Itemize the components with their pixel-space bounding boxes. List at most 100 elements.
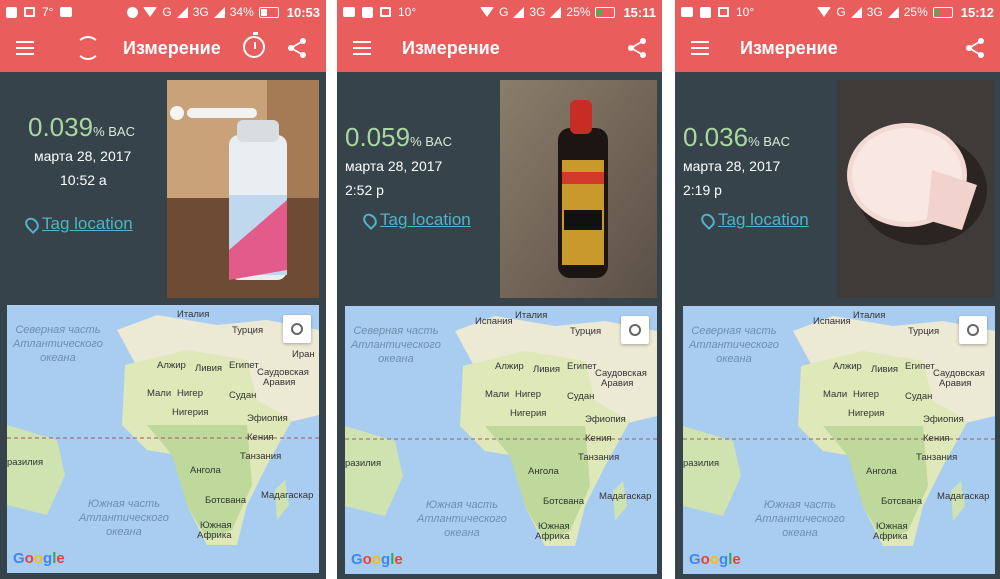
country-angola: Ангола bbox=[866, 466, 897, 477]
battery-icon bbox=[258, 6, 279, 18]
menu-icon[interactable] bbox=[691, 41, 709, 55]
country-nigeria: Нигерия bbox=[172, 407, 209, 418]
reading-time: 10:52 a bbox=[60, 172, 107, 188]
reading-photo[interactable] bbox=[837, 80, 994, 298]
country-niger: Нигер bbox=[853, 389, 879, 400]
my-location-button[interactable] bbox=[621, 316, 649, 344]
google-logo: Google bbox=[351, 551, 403, 568]
menu-icon[interactable] bbox=[353, 41, 371, 55]
clock: 15:12 bbox=[960, 4, 994, 20]
timer-icon[interactable] bbox=[243, 32, 265, 58]
status-bar: 10° G 3G 25% 15:11 bbox=[337, 0, 662, 24]
reading-photo[interactable] bbox=[167, 80, 319, 298]
country-south-africa-2: Африка bbox=[197, 530, 232, 541]
country-turkey: Турция bbox=[232, 325, 264, 336]
country-ethiopia: Эфиопия bbox=[247, 413, 288, 424]
image-icon bbox=[718, 7, 729, 17]
country-spain: Испания bbox=[475, 316, 513, 327]
country-tanzania: Танзания bbox=[240, 451, 282, 462]
country-iran: Иран bbox=[292, 349, 315, 360]
country-botswana: Ботсвана bbox=[205, 495, 247, 506]
screen-3: 10° G 3G 25% 15:12 Измерение 0.036% BAC bbox=[675, 0, 1000, 579]
page-title: Измерение bbox=[740, 38, 838, 58]
reading-photo[interactable] bbox=[500, 80, 657, 298]
country-italy: Италия bbox=[853, 310, 886, 321]
country-south-africa-2: Африка bbox=[873, 531, 908, 542]
country-madagascar: Мадагаскар bbox=[261, 490, 314, 501]
facebook-icon bbox=[6, 6, 17, 18]
refresh-icon[interactable] bbox=[76, 36, 100, 60]
location-map[interactable]: Северная часть Атлантического океана Южная… bbox=[345, 306, 657, 574]
country-brazil: разилия bbox=[7, 457, 44, 468]
weather-temp: 7° bbox=[42, 5, 54, 19]
north-atlantic-label: Северная часть Атлантического океана bbox=[689, 325, 779, 365]
north-atlantic-label: Северная часть Атлантического океана bbox=[351, 325, 441, 365]
country-libya: Ливия bbox=[871, 364, 899, 375]
tag-location-link[interactable]: Tag location bbox=[360, 210, 471, 230]
location-map[interactable]: Северная часть Атлантического океана Южная… bbox=[7, 305, 319, 573]
menu-icon[interactable] bbox=[16, 41, 34, 55]
south-atlantic-label: Южная часть Атлантического океана bbox=[417, 499, 507, 539]
screen-1: 7° G 3G 34% 10:53 Измерение 0.039% BAC м… bbox=[0, 0, 326, 579]
location-pin-icon bbox=[698, 210, 718, 230]
weather-temp: 10° bbox=[736, 5, 755, 19]
country-angola: Ангола bbox=[190, 465, 221, 476]
app-bar: Измерение bbox=[675, 24, 1000, 72]
tag-location-link[interactable]: Tag location bbox=[22, 214, 133, 234]
country-saudi-2: Аравия bbox=[939, 378, 972, 389]
tag-location-link[interactable]: Tag location bbox=[698, 210, 809, 230]
weather-temp: 10° bbox=[398, 5, 417, 19]
share-icon[interactable] bbox=[626, 37, 648, 59]
bac-reading: 0.036% BAC bbox=[683, 122, 790, 153]
my-location-button[interactable] bbox=[283, 315, 311, 343]
three-screenshots: 7° G 3G 34% 10:53 Измерение 0.039% BAC м… bbox=[0, 0, 1000, 579]
country-madagascar: Мадагаскар bbox=[937, 491, 990, 502]
share-icon[interactable] bbox=[964, 37, 986, 59]
country-niger: Нигер bbox=[515, 389, 541, 400]
bac-value: 0.059 bbox=[345, 122, 411, 152]
south-atlantic-label: Южная часть Атлантического океана bbox=[79, 498, 169, 538]
signal-icon bbox=[513, 6, 525, 18]
wifi-icon bbox=[480, 7, 495, 17]
country-spain: Испания bbox=[813, 316, 851, 327]
crosshair-icon bbox=[291, 323, 303, 335]
message-icon bbox=[681, 7, 693, 17]
bac-unit: % BAC bbox=[410, 134, 452, 149]
country-angola: Ангола bbox=[528, 466, 559, 477]
country-algeria: Алжир bbox=[157, 360, 186, 371]
battery-charging-icon bbox=[932, 6, 953, 18]
message-icon bbox=[343, 7, 355, 17]
country-tanzania: Танзания bbox=[916, 452, 958, 463]
tag-location-label: Tag location bbox=[718, 210, 809, 229]
signal-icon bbox=[850, 6, 862, 18]
location-map[interactable]: Северная часть Атлантического океана Южная… bbox=[683, 306, 995, 574]
country-ethiopia: Эфиопия bbox=[923, 414, 964, 425]
network-type: G bbox=[499, 5, 509, 19]
country-south-africa-2: Африка bbox=[535, 531, 570, 542]
crosshair-icon bbox=[629, 324, 641, 336]
country-egypt: Египет bbox=[567, 361, 597, 372]
reading-panel: 0.059% BAC марта 28, 2017 2:52 p Tag loc… bbox=[337, 72, 662, 300]
country-kenya: Кения bbox=[247, 432, 274, 443]
page-title: Измерение bbox=[402, 38, 500, 58]
network-type: G bbox=[162, 5, 172, 19]
signal-icon bbox=[550, 6, 562, 18]
network-type-2: 3G bbox=[192, 5, 209, 19]
country-brazil: разилия bbox=[345, 458, 382, 469]
country-egypt: Египет bbox=[229, 360, 259, 371]
country-turkey: Турция bbox=[908, 326, 940, 337]
battery-percent: 25% bbox=[566, 5, 591, 19]
bac-reading: 0.039% BAC bbox=[28, 112, 135, 143]
country-tanzania: Танзания bbox=[578, 452, 620, 463]
photo-sausage-slices bbox=[837, 80, 994, 298]
reading-date: марта 28, 2017 bbox=[34, 148, 132, 164]
my-location-button[interactable] bbox=[959, 316, 987, 344]
bac-value: 0.039 bbox=[28, 112, 94, 142]
share-icon[interactable] bbox=[286, 37, 308, 59]
country-italy: Италия bbox=[515, 310, 548, 321]
message-icon bbox=[60, 7, 73, 17]
app-bar: Измерение bbox=[337, 24, 662, 72]
network-type: G bbox=[836, 5, 846, 19]
wifi-icon bbox=[817, 7, 832, 17]
country-italy: Италия bbox=[177, 309, 210, 320]
